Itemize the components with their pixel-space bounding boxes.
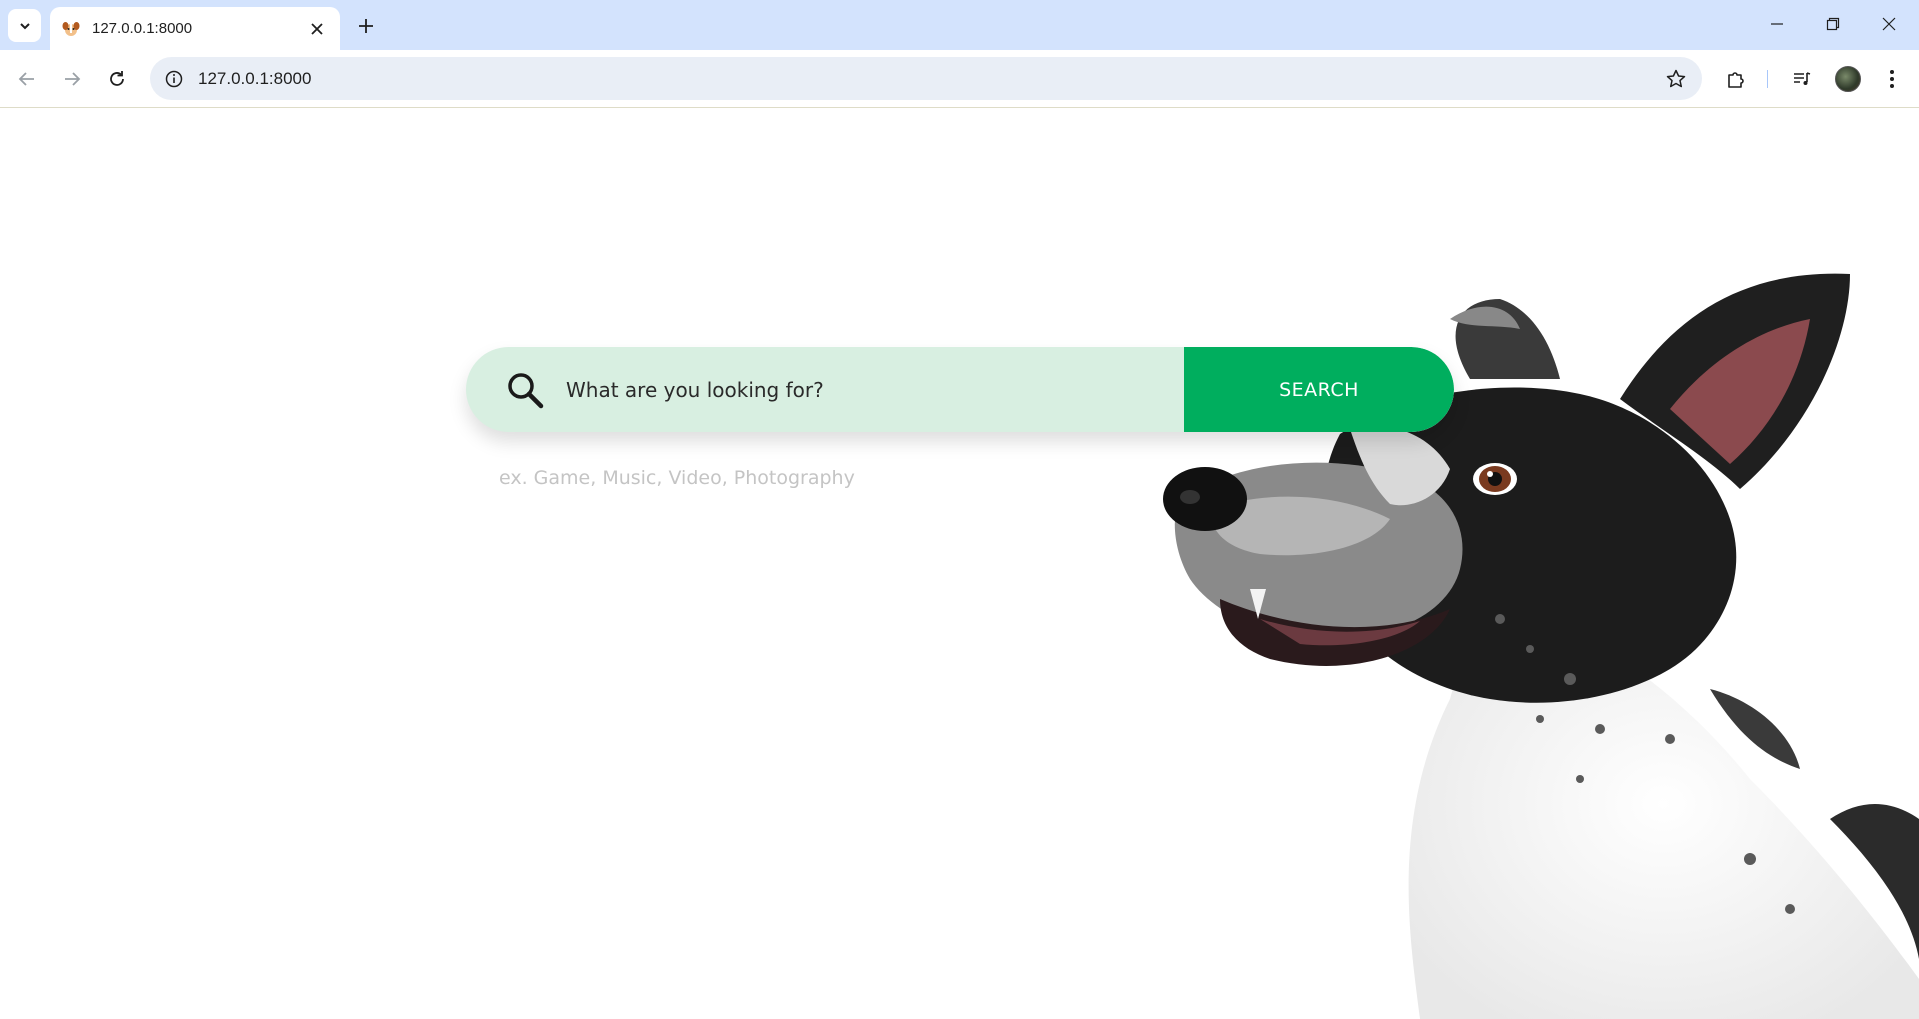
- restore-icon: [1826, 17, 1840, 31]
- forward-button[interactable]: [55, 62, 89, 96]
- media-controls-button[interactable]: [1785, 62, 1819, 96]
- avatar: [1835, 66, 1861, 92]
- tab-close-button[interactable]: [306, 18, 328, 40]
- back-button[interactable]: [10, 62, 44, 96]
- search-button[interactable]: SEARCH: [1184, 347, 1454, 432]
- restore-button[interactable]: [1811, 8, 1855, 40]
- url-text[interactable]: 127.0.0.1:8000: [198, 69, 1658, 89]
- info-icon: [165, 70, 183, 87]
- search-hint-text: ex. Game, Music, Video, Photography: [499, 467, 855, 489]
- reload-button[interactable]: [100, 62, 134, 96]
- arrow-right-icon: [65, 72, 81, 86]
- tab-search-button[interactable]: [8, 9, 41, 42]
- browser-tab-strip: 127.0.0.1:8000: [0, 0, 1919, 50]
- more-vertical-icon: [1890, 70, 1894, 88]
- address-bar[interactable]: 127.0.0.1:8000: [150, 57, 1702, 100]
- tab-title: 127.0.0.1:8000: [92, 20, 193, 37]
- search-icon: [508, 372, 544, 408]
- search-icon-wrapper: [466, 347, 566, 432]
- browser-tab[interactable]: 127.0.0.1:8000: [50, 7, 340, 50]
- media-queue-icon: [1794, 72, 1811, 85]
- extensions-button[interactable]: [1719, 62, 1753, 96]
- reload-icon: [110, 71, 124, 86]
- search-bar: SEARCH: [466, 347, 1454, 432]
- new-tab-button[interactable]: [352, 12, 380, 40]
- close-icon: [1882, 17, 1896, 31]
- close-window-button[interactable]: [1867, 8, 1911, 40]
- browser-toolbar: 127.0.0.1:8000: [0, 50, 1919, 108]
- page-content: SEARCH ex. Game, Music, Video, Photograp…: [0, 109, 1919, 1019]
- minimize-icon: [1771, 23, 1783, 25]
- dog-favicon-icon: [62, 21, 80, 36]
- site-info-button[interactable]: [154, 59, 194, 99]
- browser-menu-button[interactable]: [1875, 62, 1909, 96]
- minimize-button[interactable]: [1755, 8, 1799, 40]
- chevron-down-icon: [19, 22, 30, 29]
- toolbar-divider: [1767, 70, 1768, 88]
- close-icon: [311, 22, 323, 35]
- arrow-left-icon: [18, 72, 34, 86]
- bookmark-button[interactable]: [1658, 61, 1694, 97]
- star-icon: [1666, 69, 1686, 87]
- search-input[interactable]: [566, 347, 1184, 432]
- profile-button[interactable]: [1831, 62, 1865, 96]
- puzzle-icon: [1728, 72, 1744, 88]
- plus-icon: [359, 19, 373, 33]
